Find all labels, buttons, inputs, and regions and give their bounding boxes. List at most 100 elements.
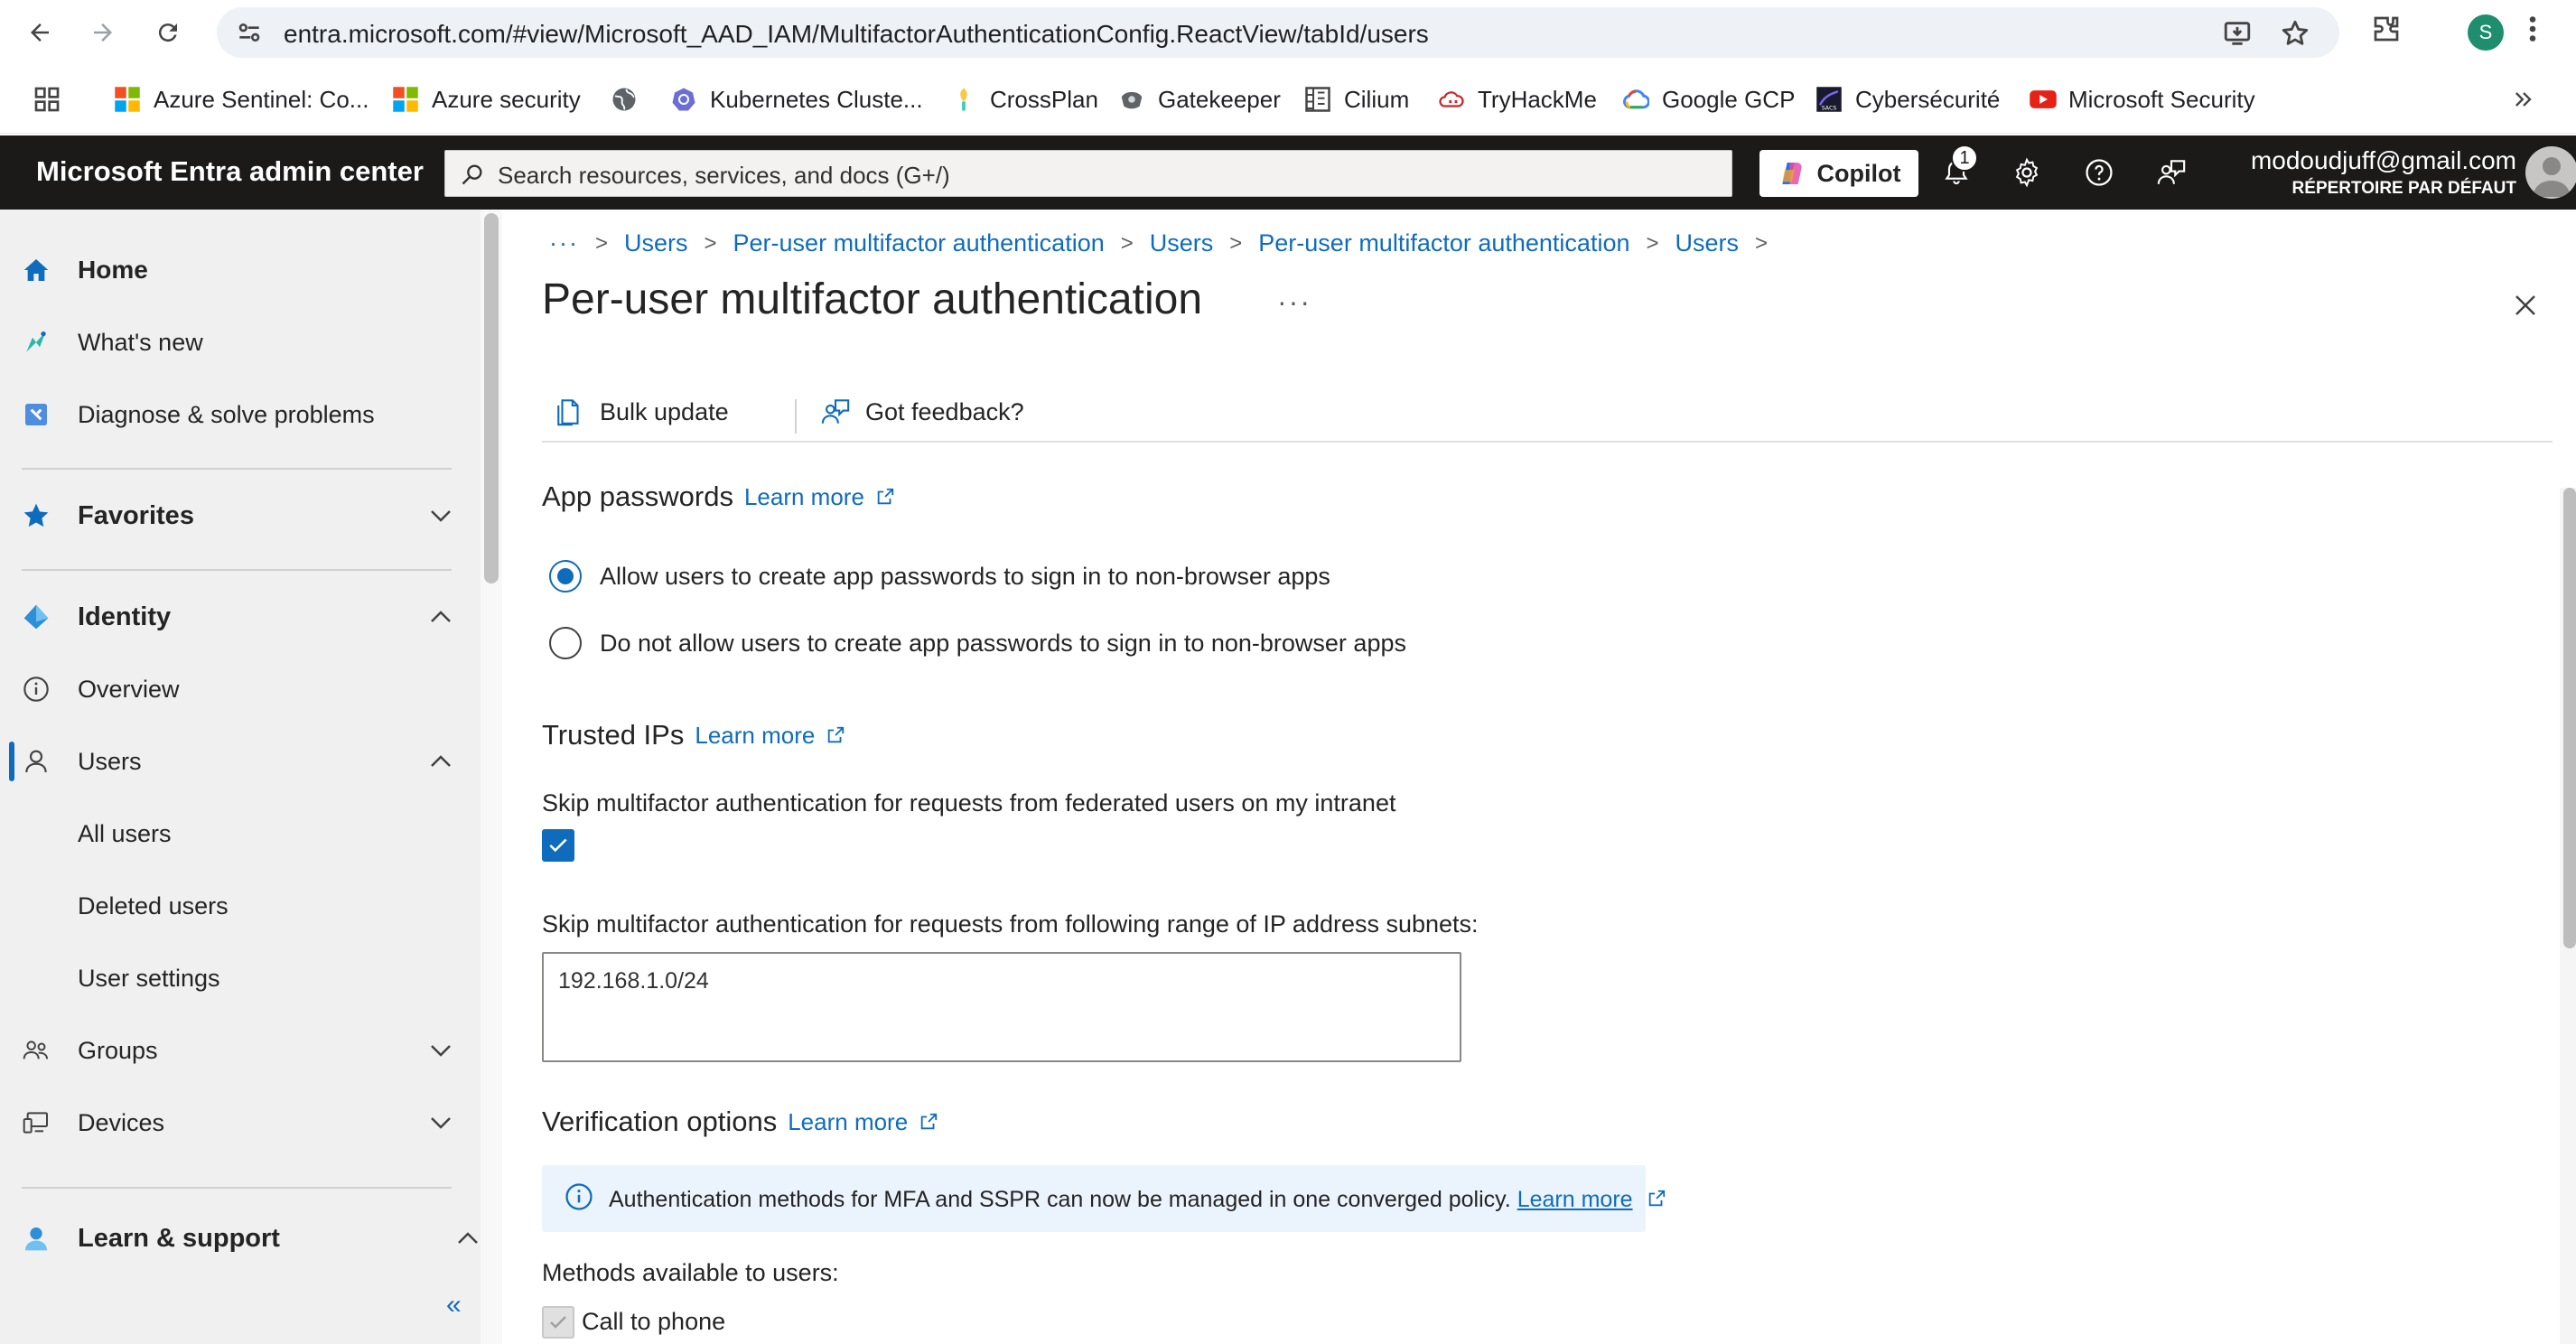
bookmark-azure-security[interactable]: Azure security <box>392 83 581 116</box>
deny-app-passwords-option[interactable]: Do not allow users to create app passwor… <box>549 627 1406 659</box>
breadcrumb-item[interactable]: Users <box>1150 229 1214 257</box>
copilot-button[interactable]: Copilot <box>1759 150 1918 197</box>
breadcrumb-item[interactable]: Per-user multifactor authentication <box>733 229 1105 257</box>
chevron-up-icon[interactable] <box>425 745 457 778</box>
sidebar-divider <box>22 468 452 470</box>
feedback-person-icon[interactable] <box>2153 154 2189 191</box>
skip-federated-checkbox[interactable] <box>542 829 574 862</box>
sidebar-item-label: Identity <box>78 602 172 631</box>
bulk-update-button[interactable]: Bulk update <box>555 394 729 430</box>
breadcrumb-item[interactable]: Users <box>1675 229 1740 257</box>
info-icon <box>20 673 52 705</box>
allow-app-passwords-option[interactable]: Allow users to create app passwords to s… <box>549 560 1330 593</box>
bookmark-kubernetes[interactable]: Kubernetes Cluste... <box>670 83 923 116</box>
more-bookmarks-icon[interactable] <box>2511 83 2536 116</box>
sidebar-item-deleted-users[interactable]: Deleted users <box>0 874 481 938</box>
ip-subnets-textarea[interactable]: 192.168.1.0/24 <box>542 952 1461 1062</box>
breadcrumb-item[interactable]: Per-user multifactor authentication <box>1258 229 1629 257</box>
sidebar-item-label: Users <box>78 747 142 775</box>
bookmarks-bar: Azure Sentinel: Co... Azure security Kub… <box>0 65 2576 134</box>
breadcrumb-item[interactable]: Users <box>624 229 688 257</box>
sidebar-divider <box>22 1187 452 1189</box>
install-app-icon[interactable] <box>2222 18 2253 53</box>
sidebar-item-overview[interactable]: Overview <box>0 658 481 721</box>
bookmark-cilium[interactable]: Cilium <box>1304 83 1409 116</box>
learn-more-link[interactable]: Learn more <box>744 483 895 511</box>
bookmark-google-gcp[interactable]: Google GCP <box>1622 83 1795 116</box>
info-learn-more-link[interactable]: Learn more <box>1517 1187 1633 1212</box>
sidebar-item-whats-new[interactable]: What's new <box>0 311 481 374</box>
bookmark-microsoft-security[interactable]: Microsoft Security <box>2029 83 2255 116</box>
bookmark-label: Kubernetes Cluste... <box>710 85 923 113</box>
bookmark-cybersecurite[interactable]: SACS Cybersécurité <box>1815 83 2000 116</box>
feedback-icon <box>820 397 851 427</box>
sidebar-scrollbar-thumb[interactable] <box>484 213 499 583</box>
site-settings-icon[interactable] <box>235 18 264 51</box>
address-bar[interactable]: entra.microsoft.com/#view/Microsoft_AAD_… <box>217 7 2339 58</box>
bookmark-crossplan[interactable]: CrossPlan <box>950 83 1098 116</box>
sidebar-item-label: Groups <box>78 1036 158 1064</box>
account-avatar[interactable] <box>2525 146 2576 199</box>
learn-more-link[interactable]: Learn more <box>788 1108 938 1136</box>
bookmark-label: Microsoft Security <box>2068 85 2255 113</box>
call-to-phone-checkbox[interactable] <box>542 1306 574 1339</box>
chevron-down-icon[interactable] <box>425 1106 457 1139</box>
global-search-input[interactable]: Search resources, services, and docs (G+… <box>444 150 1732 197</box>
chevron-down-icon[interactable] <box>425 1034 457 1067</box>
close-icon[interactable] <box>2507 287 2543 323</box>
sidebar-item-users[interactable]: Users <box>0 730 481 793</box>
kebab-menu-icon[interactable] <box>2527 13 2538 50</box>
title-more-button[interactable]: ··· <box>1277 285 1311 319</box>
sidebar-item-favorites[interactable]: Favorites <box>0 484 481 547</box>
left-navigation: Home What's new Diagnose & solve problem… <box>0 210 481 1344</box>
sidebar-item-label: User settings <box>78 964 220 992</box>
chevron-down-icon[interactable] <box>425 499 457 532</box>
bookmark-label: Gatekeeper <box>1158 85 1281 113</box>
cilium-icon <box>1304 86 1331 113</box>
sidebar-item-user-settings[interactable]: User settings <box>0 947 481 1010</box>
forward-arrow-icon[interactable] <box>83 13 123 52</box>
sidebar-item-diagnose[interactable]: Diagnose & solve problems <box>0 383 481 446</box>
bookmark-label: TryHackMe <box>1478 85 1597 113</box>
radio-unselected[interactable] <box>549 627 582 659</box>
sidebar-item-all-users[interactable]: All users <box>0 802 481 865</box>
bookmark-tryhackme[interactable]: TryHackMe <box>1438 83 1597 116</box>
sidebar-item-identity[interactable]: Identity <box>0 585 481 649</box>
ip-subnets-value: 192.168.1.0/24 <box>558 968 709 994</box>
bookmark-label: Cilium <box>1344 85 1410 113</box>
info-message-bar: Authentication methods for MFA and SSPR … <box>542 1165 1665 1232</box>
radio-selected[interactable] <box>549 560 582 593</box>
sidebar-item-devices[interactable]: Devices <box>0 1091 481 1154</box>
portal-brand[interactable]: Microsoft Entra admin center <box>36 155 424 188</box>
bookmark-azure-sentinel[interactable]: Azure Sentinel: Co... <box>114 83 369 116</box>
breadcrumb-more[interactable]: ··· <box>549 229 579 257</box>
bookmark-gatekeeper[interactable]: Gatekeeper <box>1118 83 1281 116</box>
external-link-icon <box>877 488 894 505</box>
youtube-icon <box>2029 86 2057 113</box>
sidebar-item-groups[interactable]: Groups <box>0 1019 481 1082</box>
back-arrow-icon[interactable] <box>20 13 60 52</box>
tryhackme-icon <box>1438 86 1465 113</box>
settings-gear-icon[interactable] <box>2009 154 2045 191</box>
sidebar-item-label: Home <box>78 256 148 284</box>
account-email[interactable]: modoudjuff@gmail.com <box>2251 146 2516 175</box>
sidebar-item-label: What's new <box>78 328 203 356</box>
sidebar-item-home[interactable]: Home <box>0 238 481 302</box>
learn-more-label: Learn more <box>788 1107 909 1135</box>
learn-more-link[interactable]: Learn more <box>695 722 845 750</box>
bookmark-star-icon[interactable] <box>2280 18 2310 53</box>
section-title: Trusted IPs <box>542 719 685 751</box>
chevron-up-icon[interactable] <box>452 1222 484 1255</box>
profile-avatar[interactable]: S <box>2468 14 2504 51</box>
chevron-up-icon[interactable] <box>425 601 457 633</box>
reload-icon[interactable] <box>148 13 188 52</box>
feedback-button[interactable]: Got feedback? <box>820 394 1024 430</box>
help-question-icon[interactable] <box>2081 154 2117 191</box>
bookmark-globe[interactable] <box>611 83 650 116</box>
sidebar-item-learn-support[interactable]: Learn & support <box>0 1207 481 1270</box>
content-scrollbar-thumb[interactable] <box>2563 488 2576 948</box>
sidebar-item-label: Overview <box>78 675 180 703</box>
extensions-icon[interactable] <box>2370 13 2403 50</box>
apps-grid-icon[interactable] <box>33 83 61 116</box>
collapse-sidebar-button[interactable]: « <box>446 1290 462 1321</box>
